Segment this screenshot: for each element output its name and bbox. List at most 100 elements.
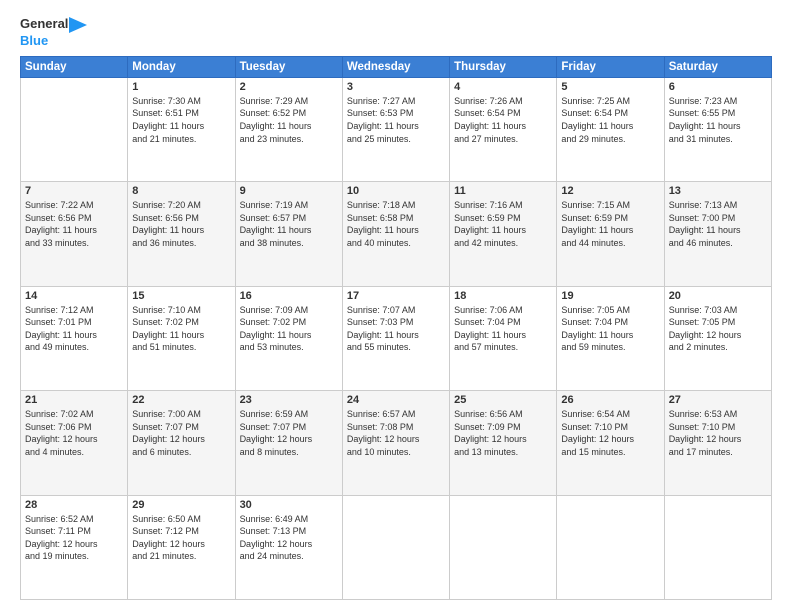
cell-info: Sunrise: 7:20 AM Sunset: 6:56 PM Dayligh… (132, 199, 230, 249)
calendar-cell: 16 Sunrise: 7:09 AM Sunset: 7:02 PM Dayli… (235, 286, 342, 390)
day-number: 14 (25, 290, 123, 302)
calendar-cell: 17 Sunrise: 7:07 AM Sunset: 7:03 PM Dayli… (342, 286, 449, 390)
cell-info: Sunrise: 7:26 AM Sunset: 6:54 PM Dayligh… (454, 95, 552, 145)
cell-info: Sunrise: 7:22 AM Sunset: 6:56 PM Dayligh… (25, 199, 123, 249)
calendar-week-3: 14 Sunrise: 7:12 AM Sunset: 7:01 PM Dayli… (21, 286, 772, 390)
calendar-cell (21, 77, 128, 181)
col-header-wednesday: Wednesday (342, 56, 449, 77)
col-header-tuesday: Tuesday (235, 56, 342, 77)
calendar-cell: 2 Sunrise: 7:29 AM Sunset: 6:52 PM Daylig… (235, 77, 342, 181)
day-number: 5 (561, 81, 659, 93)
day-number: 22 (132, 394, 230, 406)
cell-info: Sunrise: 7:03 AM Sunset: 7:05 PM Dayligh… (669, 304, 767, 354)
calendar-cell: 11 Sunrise: 7:16 AM Sunset: 6:59 PM Dayli… (450, 182, 557, 286)
cell-info: Sunrise: 6:50 AM Sunset: 7:12 PM Dayligh… (132, 513, 230, 563)
calendar-cell: 23Sunrise: 6:59 AM Sunset: 7:07 PM Dayli… (235, 391, 342, 495)
calendar-cell: 12 Sunrise: 7:15 AM Sunset: 6:59 PM Dayli… (557, 182, 664, 286)
calendar-cell: 26 Sunrise: 6:54 AM Sunset: 7:10 PM Dayli… (557, 391, 664, 495)
day-number: 2 (240, 81, 338, 93)
calendar-cell: 30Sunrise: 6:49 AM Sunset: 7:13 PM Dayli… (235, 495, 342, 599)
cell-info: Sunrise: 7:16 AM Sunset: 6:59 PM Dayligh… (454, 199, 552, 249)
logo-arrow-icon (69, 17, 87, 33)
calendar-cell (342, 495, 449, 599)
cell-info: Sunrise: 6:57 AM Sunset: 7:08 PM Dayligh… (347, 408, 445, 458)
day-number: 1 (132, 81, 230, 93)
day-number: 8 (132, 185, 230, 197)
calendar-cell: 22 Sunrise: 7:00 AM Sunset: 7:07 PM Dayli… (128, 391, 235, 495)
calendar-cell: 18Sunrise: 7:06 AM Sunset: 7:04 PM Dayli… (450, 286, 557, 390)
calendar-cell: 15 Sunrise: 7:10 AM Sunset: 7:02 PM Dayli… (128, 286, 235, 390)
cell-info: Sunrise: 7:10 AM Sunset: 7:02 PM Dayligh… (132, 304, 230, 354)
day-number: 16 (240, 290, 338, 302)
cell-info: Sunrise: 6:49 AM Sunset: 7:13 PM Dayligh… (240, 513, 338, 563)
cell-info: Sunrise: 7:19 AM Sunset: 6:57 PM Dayligh… (240, 199, 338, 249)
cell-info: Sunrise: 7:07 AM Sunset: 7:03 PM Dayligh… (347, 304, 445, 354)
day-number: 24 (347, 394, 445, 406)
calendar-table: SundayMondayTuesdayWednesdayThursdayFrid… (20, 56, 772, 600)
calendar-cell: 28Sunrise: 6:52 AM Sunset: 7:11 PM Dayli… (21, 495, 128, 599)
day-number: 27 (669, 394, 767, 406)
calendar-week-4: 21 Sunrise: 7:02 AM Sunset: 7:06 PM Dayli… (21, 391, 772, 495)
cell-info: Sunrise: 7:13 AM Sunset: 7:00 PM Dayligh… (669, 199, 767, 249)
calendar-cell (557, 495, 664, 599)
calendar-cell (450, 495, 557, 599)
calendar-week-5: 28Sunrise: 6:52 AM Sunset: 7:11 PM Dayli… (21, 495, 772, 599)
day-number: 15 (132, 290, 230, 302)
calendar-cell: 13 Sunrise: 7:13 AM Sunset: 7:00 PM Dayli… (664, 182, 771, 286)
cell-info: Sunrise: 7:12 AM Sunset: 7:01 PM Dayligh… (25, 304, 123, 354)
calendar-cell: 14 Sunrise: 7:12 AM Sunset: 7:01 PM Dayli… (21, 286, 128, 390)
day-number: 7 (25, 185, 123, 197)
calendar-cell: 4 Sunrise: 7:26 AM Sunset: 6:54 PM Daylig… (450, 77, 557, 181)
day-number: 23 (240, 394, 338, 406)
day-number: 11 (454, 185, 552, 197)
logo: General Blue (20, 16, 87, 50)
calendar-cell: 25 Sunrise: 6:56 AM Sunset: 7:09 PM Dayli… (450, 391, 557, 495)
day-number: 21 (25, 394, 123, 406)
day-number: 29 (132, 499, 230, 511)
day-number: 12 (561, 185, 659, 197)
cell-info: Sunrise: 7:06 AM Sunset: 7:04 PM Dayligh… (454, 304, 552, 354)
cell-info: Sunrise: 7:05 AM Sunset: 7:04 PM Dayligh… (561, 304, 659, 354)
cell-info: Sunrise: 7:25 AM Sunset: 6:54 PM Dayligh… (561, 95, 659, 145)
calendar-cell: 8 Sunrise: 7:20 AM Sunset: 6:56 PM Daylig… (128, 182, 235, 286)
day-number: 28 (25, 499, 123, 511)
calendar-cell: 29 Sunrise: 6:50 AM Sunset: 7:12 PM Dayli… (128, 495, 235, 599)
day-number: 4 (454, 81, 552, 93)
calendar-cell: 5 Sunrise: 7:25 AM Sunset: 6:54 PM Daylig… (557, 77, 664, 181)
cell-info: Sunrise: 6:54 AM Sunset: 7:10 PM Dayligh… (561, 408, 659, 458)
calendar-cell: 24 Sunrise: 6:57 AM Sunset: 7:08 PM Dayli… (342, 391, 449, 495)
cell-info: Sunrise: 6:56 AM Sunset: 7:09 PM Dayligh… (454, 408, 552, 458)
cell-info: Sunrise: 7:18 AM Sunset: 6:58 PM Dayligh… (347, 199, 445, 249)
cell-info: Sunrise: 7:30 AM Sunset: 6:51 PM Dayligh… (132, 95, 230, 145)
calendar-cell: 6 Sunrise: 7:23 AM Sunset: 6:55 PM Daylig… (664, 77, 771, 181)
calendar-cell: 21 Sunrise: 7:02 AM Sunset: 7:06 PM Dayli… (21, 391, 128, 495)
day-number: 25 (454, 394, 552, 406)
calendar-week-1: 1 Sunrise: 7:30 AM Sunset: 6:51 PM Daylig… (21, 77, 772, 181)
cell-info: Sunrise: 7:23 AM Sunset: 6:55 PM Dayligh… (669, 95, 767, 145)
day-number: 26 (561, 394, 659, 406)
day-number: 3 (347, 81, 445, 93)
day-number: 6 (669, 81, 767, 93)
col-header-monday: Monday (128, 56, 235, 77)
col-header-friday: Friday (557, 56, 664, 77)
cell-info: Sunrise: 6:53 AM Sunset: 7:10 PM Dayligh… (669, 408, 767, 458)
col-header-saturday: Saturday (664, 56, 771, 77)
calendar-cell: 9Sunrise: 7:19 AM Sunset: 6:57 PM Daylig… (235, 182, 342, 286)
calendar-cell: 20 Sunrise: 7:03 AM Sunset: 7:05 PM Dayli… (664, 286, 771, 390)
day-number: 10 (347, 185, 445, 197)
cell-info: Sunrise: 7:02 AM Sunset: 7:06 PM Dayligh… (25, 408, 123, 458)
cell-info: Sunrise: 7:29 AM Sunset: 6:52 PM Dayligh… (240, 95, 338, 145)
calendar-cell: 7 Sunrise: 7:22 AM Sunset: 6:56 PM Daylig… (21, 182, 128, 286)
cell-info: Sunrise: 7:09 AM Sunset: 7:02 PM Dayligh… (240, 304, 338, 354)
cell-info: Sunrise: 7:00 AM Sunset: 7:07 PM Dayligh… (132, 408, 230, 458)
calendar-cell: 10 Sunrise: 7:18 AM Sunset: 6:58 PM Dayli… (342, 182, 449, 286)
day-number: 17 (347, 290, 445, 302)
calendar-header-row: SundayMondayTuesdayWednesdayThursdayFrid… (21, 56, 772, 77)
calendar-cell: 27 Sunrise: 6:53 AM Sunset: 7:10 PM Dayli… (664, 391, 771, 495)
day-number: 13 (669, 185, 767, 197)
logo-text: General Blue (20, 16, 87, 50)
day-number: 20 (669, 290, 767, 302)
calendar-cell (664, 495, 771, 599)
day-number: 19 (561, 290, 659, 302)
cell-info: Sunrise: 7:15 AM Sunset: 6:59 PM Dayligh… (561, 199, 659, 249)
